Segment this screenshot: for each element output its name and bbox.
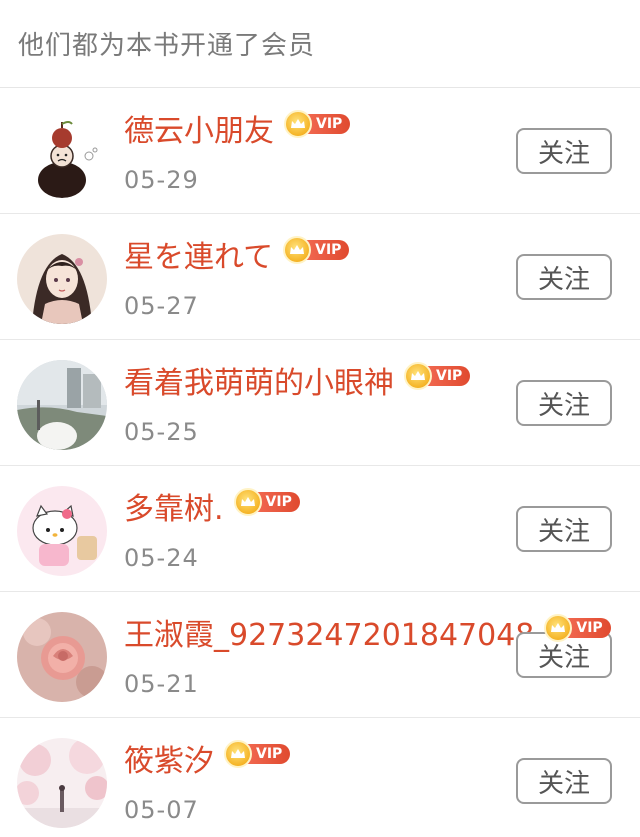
crown-icon: [233, 488, 262, 516]
list-item[interactable]: 王淑霞_9273247201847048 VIP 05-21 关注: [0, 592, 640, 718]
member-date: 05-24: [124, 544, 199, 572]
anime-girl-icon: [17, 234, 107, 324]
street-photo-icon: [17, 360, 107, 450]
vip-badge: VIP: [224, 740, 291, 768]
avatar[interactable]: [17, 486, 107, 576]
list-item[interactable]: 德云小朋友 VIP 05-29 关注: [0, 88, 640, 214]
member-date: 05-07: [124, 796, 199, 824]
list-item[interactable]: 多靠树. VIP 05-24 关注: [0, 466, 640, 592]
vip-badge: VIP: [233, 488, 300, 516]
follow-button[interactable]: 关注: [516, 758, 612, 804]
list-item[interactable]: 筱紫汐 VIP 05-07 关注: [0, 718, 640, 837]
member-list: 德云小朋友 VIP 05-29 关注 星を連れて VIP 05-27 关注 看着…: [0, 88, 640, 837]
crown-icon: [224, 740, 252, 768]
vip-badge: VIP: [404, 362, 471, 390]
member-date: 05-29: [124, 166, 199, 194]
follow-button[interactable]: 关注: [516, 506, 612, 552]
vip-badge: VIP: [284, 110, 351, 138]
member-name: 看着我萌萌的小眼神: [124, 366, 394, 401]
member-name: 德云小朋友: [124, 114, 274, 149]
member-name: 星を連れて: [124, 240, 274, 275]
list-item[interactable]: 星を連れて VIP 05-27 关注: [0, 214, 640, 340]
cherry-blossom-icon: [17, 738, 107, 828]
member-name: 筱紫汐: [124, 744, 214, 779]
crown-icon: [404, 362, 432, 390]
member-date: 05-21: [124, 670, 199, 698]
header: 他们都为本书开通了会员: [0, 0, 640, 88]
vip-badge: VIP: [544, 614, 611, 642]
follow-button[interactable]: 关注: [516, 254, 612, 300]
crown-icon: [284, 110, 312, 138]
hello-kitty-icon: [17, 486, 107, 576]
member-date: 05-27: [124, 292, 199, 320]
follow-button[interactable]: 关注: [516, 128, 612, 174]
member-date: 05-25: [124, 418, 199, 446]
member-name: 王淑霞_9273247201847048: [124, 618, 535, 653]
member-name: 多靠树.: [124, 492, 224, 527]
pink-rose-icon: [17, 612, 107, 702]
avatar[interactable]: [17, 612, 107, 702]
vip-badge: VIP: [283, 236, 350, 264]
page-title: 他们都为本书开通了会员: [18, 31, 316, 61]
avatar[interactable]: [17, 360, 107, 450]
avatar[interactable]: [17, 738, 107, 828]
chibi-character-icon: [17, 108, 107, 198]
avatar[interactable]: [17, 234, 107, 324]
crown-icon: [283, 236, 312, 264]
list-item[interactable]: 看着我萌萌的小眼神 VIP 05-25 关注: [0, 340, 640, 466]
avatar[interactable]: [17, 108, 107, 198]
follow-button[interactable]: 关注: [516, 380, 612, 426]
